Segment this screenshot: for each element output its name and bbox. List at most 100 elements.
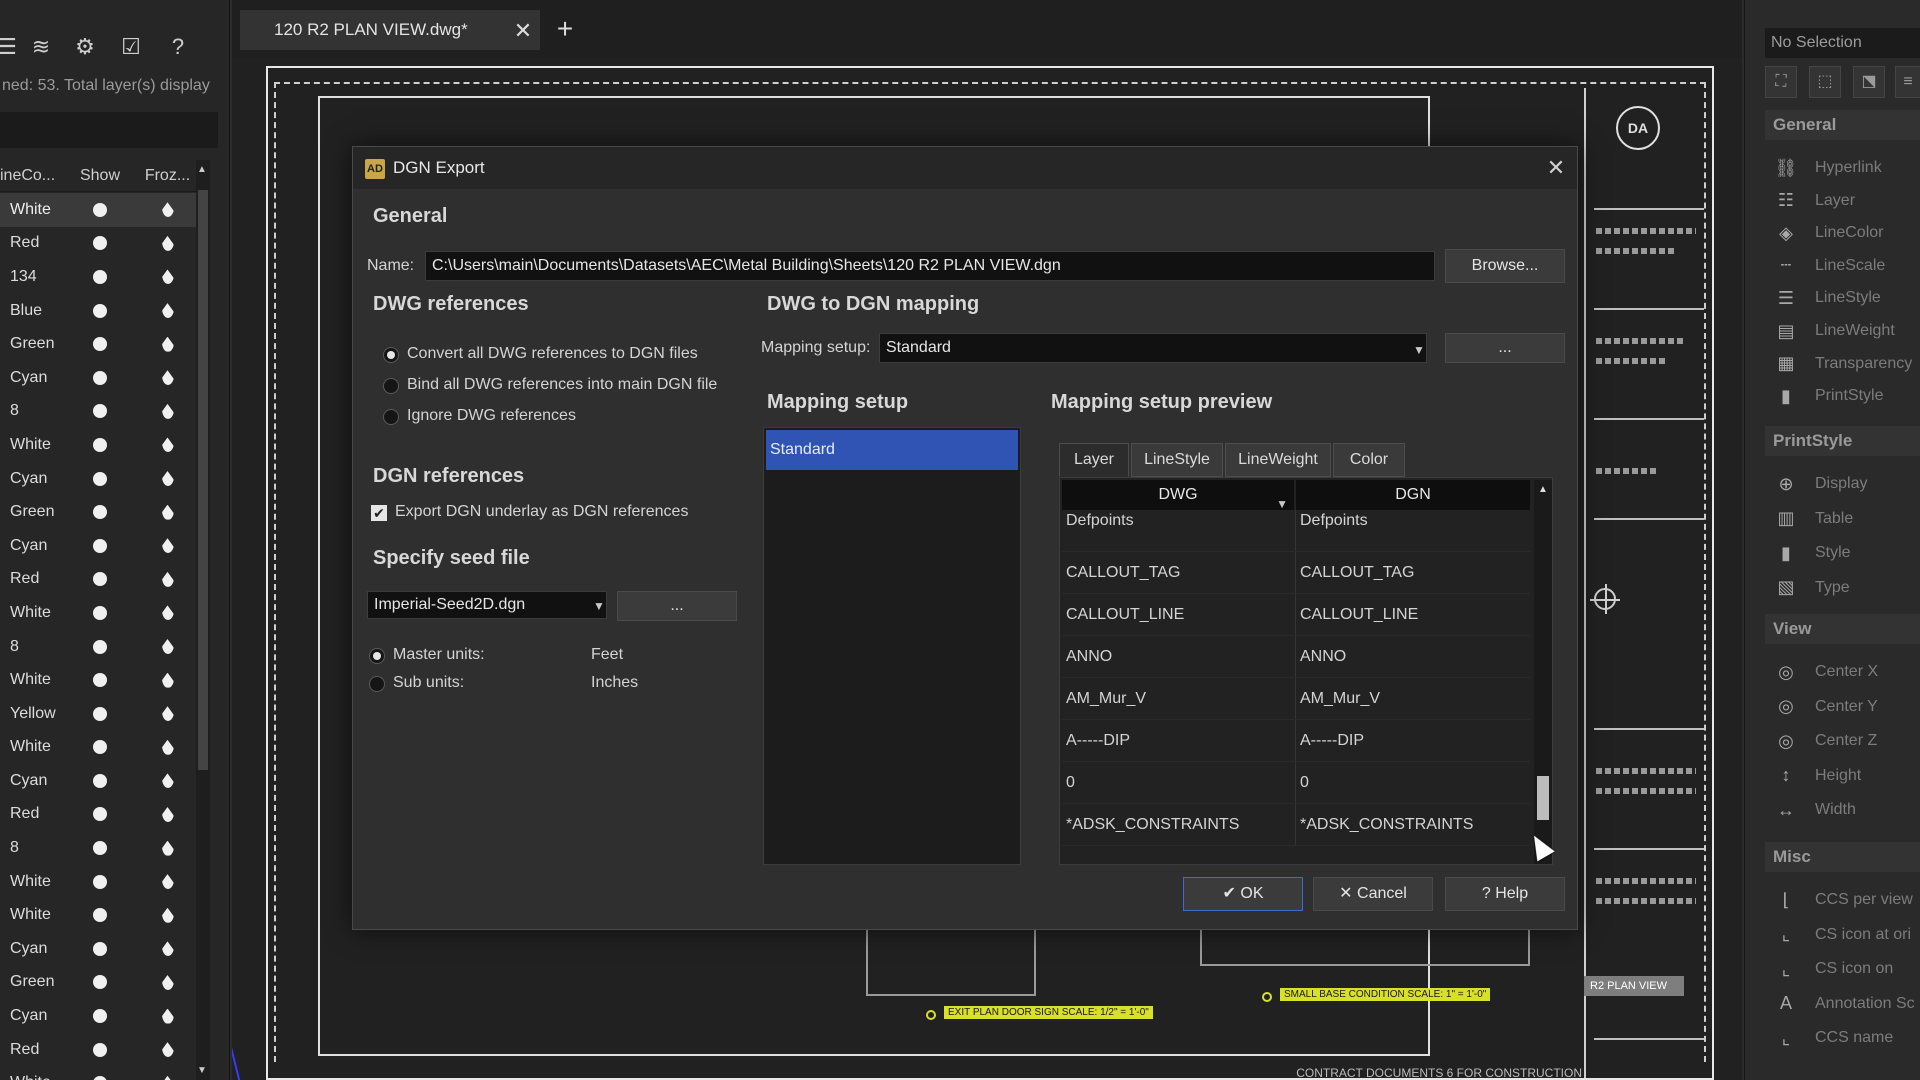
dgn-layer-cell[interactable]: 0 [1296, 762, 1530, 803]
tab-linestyle[interactable]: LineStyle [1131, 443, 1223, 477]
layer-freeze-toggle[interactable] [135, 974, 200, 990]
property-center-y[interactable]: ◎ Center Y [1765, 691, 1920, 723]
layer-row[interactable]: Red [0, 798, 200, 832]
export-underlay-checkbox[interactable]: ✔ [371, 505, 387, 521]
layer-show-toggle[interactable] [65, 370, 135, 385]
layer-freeze-toggle[interactable] [135, 605, 200, 621]
dgn-layer-cell[interactable]: A-----DIP [1296, 720, 1530, 761]
layer-row[interactable]: Red [0, 227, 200, 261]
property-ccs-per-view[interactable]: ⌊ CCS per view [1765, 884, 1920, 916]
layer-show-toggle[interactable] [65, 807, 135, 822]
layer-show-toggle[interactable] [65, 505, 135, 520]
property-printstyle[interactable]: ▮ PrintStyle [1765, 380, 1920, 412]
layer-show-toggle[interactable] [65, 1042, 135, 1057]
layer-row[interactable]: Red [0, 1033, 200, 1067]
layer-row[interactable]: Green [0, 327, 200, 361]
layer-show-toggle[interactable] [65, 337, 135, 352]
layer-row[interactable]: Green [0, 495, 200, 529]
more-tools-icon[interactable]: ≡ [1895, 66, 1920, 98]
property-center-x[interactable]: ◎ Center X [1765, 656, 1920, 688]
layer-row[interactable]: 8 [0, 630, 200, 664]
property-lineweight[interactable]: ▤ LineWeight [1765, 315, 1920, 347]
column-linecolor[interactable]: ineCo... [0, 160, 65, 191]
table-row[interactable]: *ADSK_CONSTRAINTS *ADSK_CONSTRAINTS [1062, 804, 1530, 846]
layer-show-toggle[interactable] [65, 975, 135, 990]
layer-freeze-toggle[interactable] [135, 504, 200, 520]
scroll-thumb[interactable] [198, 190, 208, 770]
select-objects-icon[interactable]: ⬚ [1809, 66, 1841, 98]
layer-freeze-toggle[interactable] [135, 907, 200, 923]
property-style[interactable]: ▮ Style [1765, 537, 1920, 569]
property-height[interactable]: ↕ Height [1765, 760, 1920, 792]
section-view[interactable]: View [1765, 614, 1920, 644]
dgn-layer-cell[interactable]: AM_Mur_V [1296, 678, 1530, 719]
close-tab-icon[interactable]: ✕ [510, 18, 536, 44]
layer-row[interactable]: Green [0, 966, 200, 1000]
layer-row[interactable]: White [0, 428, 200, 462]
layer-freeze-toggle[interactable] [135, 202, 200, 218]
layer-show-toggle[interactable] [65, 740, 135, 755]
seed-file-browse-button[interactable]: ... [617, 591, 737, 621]
layer-freeze-toggle[interactable] [135, 672, 200, 688]
layer-show-toggle[interactable] [65, 538, 135, 553]
layer-row[interactable]: Red [0, 563, 200, 597]
layer-show-toggle[interactable] [65, 303, 135, 318]
table-row[interactable]: A-----DIP A-----DIP [1062, 720, 1530, 762]
layer-row[interactable]: Cyan [0, 999, 200, 1033]
table-row[interactable]: Defpoints Defpoints [1062, 510, 1530, 552]
layer-freeze-toggle[interactable] [135, 941, 200, 957]
layer-show-toggle[interactable] [65, 874, 135, 889]
mapping-setup-dropdown[interactable]: Standard [879, 333, 1427, 363]
property-linescale[interactable]: ┄ LineScale [1765, 250, 1920, 282]
layer-freeze-toggle[interactable] [135, 1008, 200, 1024]
layer-show-toggle[interactable] [65, 773, 135, 788]
layer-row[interactable]: Yellow [0, 697, 200, 731]
table-row[interactable]: ANNO ANNO [1062, 636, 1530, 678]
scroll-thumb[interactable] [1537, 776, 1549, 820]
property-hyperlink[interactable]: ⛓ Hyperlink [1765, 152, 1920, 184]
layer-show-toggle[interactable] [65, 202, 135, 217]
dgn-layer-cell[interactable]: ANNO [1296, 636, 1530, 677]
property-ccs-name[interactable]: ⌞ CCS name [1765, 1022, 1920, 1054]
layer-freeze-toggle[interactable] [135, 437, 200, 453]
dgn-layer-cell[interactable]: Defpoints [1296, 510, 1530, 551]
tab-color[interactable]: Color [1333, 443, 1405, 477]
scroll-up-icon[interactable]: ▲ [197, 164, 207, 175]
table-row[interactable]: CALLOUT_TAG CALLOUT_TAG [1062, 552, 1530, 594]
layer-row[interactable]: White [0, 731, 200, 765]
layer-search-box[interactable] [0, 112, 218, 148]
layer-row[interactable]: Cyan [0, 932, 200, 966]
document-tab[interactable]: 120 R2 PLAN VIEW.dwg* ✕ [240, 10, 540, 50]
property-linestyle[interactable]: ☰ LineStyle [1765, 282, 1920, 314]
layer-freeze-toggle[interactable] [135, 739, 200, 755]
property-type[interactable]: ▧ Type [1765, 572, 1920, 604]
property-display[interactable]: ⊕ Display [1765, 468, 1920, 500]
layer-freeze-toggle[interactable] [135, 706, 200, 722]
column-show[interactable]: Show [65, 160, 135, 191]
layer-row[interactable]: White [0, 865, 200, 899]
scroll-up-icon[interactable]: ▲ [1538, 484, 1548, 495]
layer-row[interactable]: White [0, 663, 200, 697]
layer-freeze-toggle[interactable] [135, 370, 200, 386]
property-cs-icon-on[interactable]: ⌞ CS icon on [1765, 953, 1920, 985]
layer-row[interactable]: Cyan [0, 764, 200, 798]
radio-master-units[interactable] [369, 648, 385, 664]
help-icon[interactable]: ? [163, 32, 193, 62]
layer-show-toggle[interactable] [65, 639, 135, 654]
new-tab-icon[interactable]: + [550, 14, 580, 44]
layer-row[interactable]: Cyan [0, 529, 200, 563]
radio-sub-units[interactable] [369, 676, 385, 692]
layer-freeze-toggle[interactable] [135, 303, 200, 319]
layer-row[interactable]: Blue [0, 294, 200, 328]
ok-button[interactable]: ✔ OK [1183, 877, 1303, 911]
layer-scrollbar[interactable]: ▲ ▼ [196, 160, 210, 1080]
preview-scrollbar[interactable]: ▲ ▼ [1534, 480, 1552, 864]
layer-show-toggle[interactable] [65, 404, 135, 419]
column-dgn[interactable]: DGN [1296, 480, 1530, 510]
chevron-down-icon[interactable]: ▼ [1413, 343, 1425, 357]
mapping-setup-list[interactable]: Standard [763, 427, 1021, 865]
layer-row[interactable]: Cyan [0, 361, 200, 395]
layer-show-toggle[interactable] [65, 605, 135, 620]
layer-row[interactable]: 8 [0, 395, 200, 429]
layer-freeze-toggle[interactable] [135, 840, 200, 856]
